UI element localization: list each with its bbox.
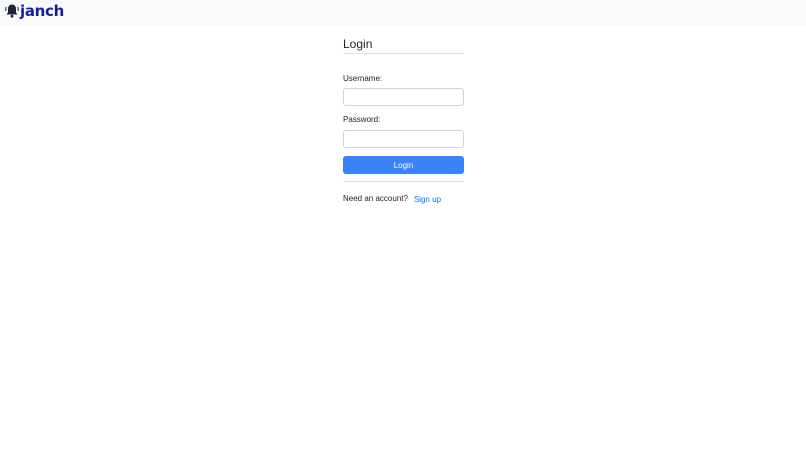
bell-icon	[5, 3, 19, 19]
account-prompt-text: Need an account?	[343, 194, 408, 203]
login-button[interactable]: Login	[343, 156, 464, 174]
username-input[interactable]	[343, 88, 464, 106]
login-form: Login Username: Password: Login Need an …	[343, 37, 464, 204]
divider	[343, 181, 464, 182]
brand-logo[interactable]: janch	[5, 2, 64, 20]
password-label: Password:	[343, 115, 381, 124]
signup-prompt: Need an account? Sign up	[343, 194, 464, 204]
username-label: Username:	[343, 74, 383, 83]
brand-name: janch	[20, 2, 65, 20]
password-input[interactable]	[343, 130, 464, 148]
page-title: Login	[343, 37, 464, 54]
navbar: janch	[0, 0, 806, 26]
signup-link[interactable]: Sign up	[414, 195, 441, 204]
